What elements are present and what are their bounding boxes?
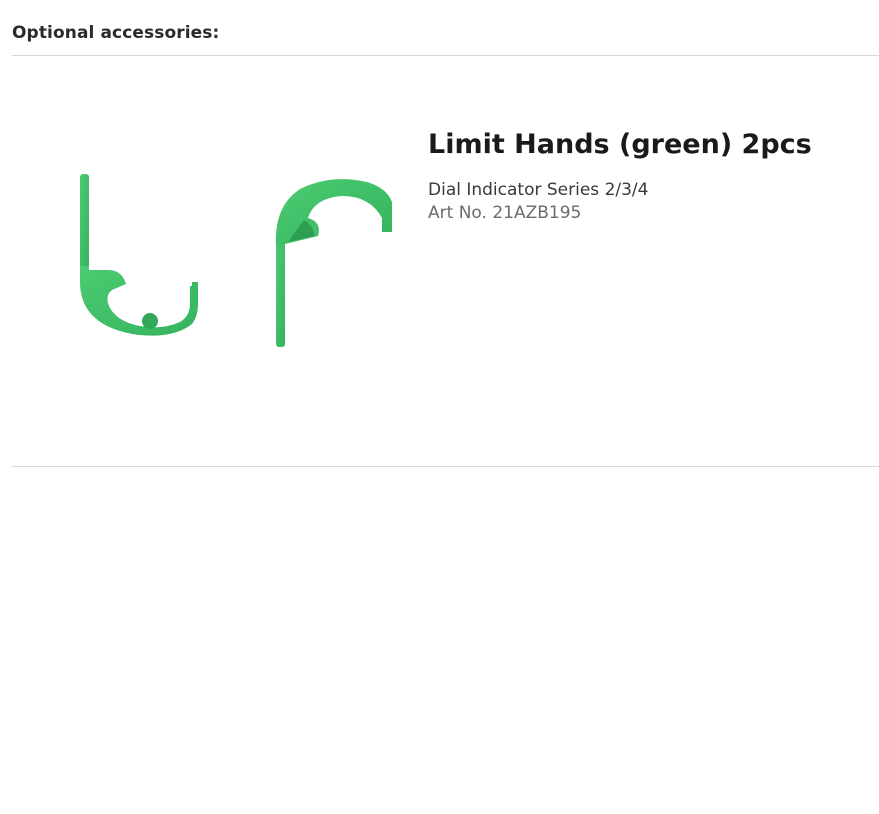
product-series: Dial Indicator Series 2/3/4	[428, 180, 649, 200]
article-number: Art No. 21AZB195	[428, 203, 582, 223]
product-name-link[interactable]: Limit Hands (green) 2pcs	[428, 128, 868, 162]
divider-bottom	[12, 466, 879, 467]
limit-hand-right	[275, 179, 392, 347]
product-card[interactable]: Limit Hands (green) 2pcs Dial Indicator …	[12, 56, 879, 466]
section-title: Optional accessories:	[12, 23, 220, 43]
product-info: Limit Hands (green) 2pcs Dial Indicator …	[428, 128, 868, 225]
accessories-section: Optional accessories: Limit Hands (green…	[0, 0, 879, 814]
limit-hands-image[interactable]	[52, 174, 402, 359]
limit-hand-left	[80, 174, 198, 336]
